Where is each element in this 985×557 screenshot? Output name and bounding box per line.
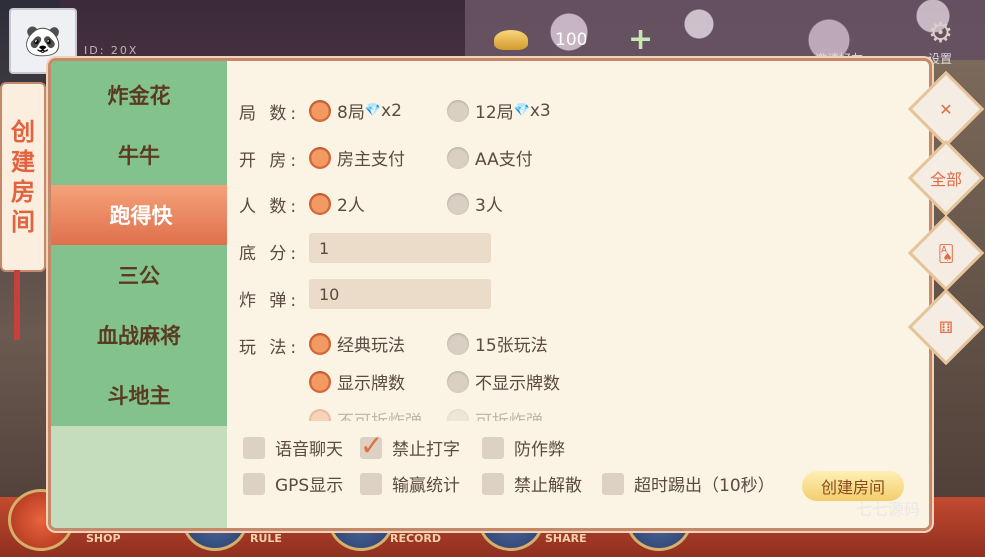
base-score-label: 底 分:: [239, 244, 301, 264]
watermark: 七七源码: [856, 500, 921, 519]
radio-icon: [447, 146, 469, 169]
base-score-field[interactable]: 1: [309, 233, 491, 263]
option-label: 不显示牌数: [475, 374, 560, 394]
tab-paodekuai[interactable]: 跑得快: [51, 185, 231, 245]
radio-selected-icon: [309, 99, 331, 122]
people-2-radio[interactable]: 2人: [309, 191, 365, 216]
create-room-panel: 炸金花 牛牛 跑得快 三公 血战麻将 斗地主 局 数: 8局 💎 x2 12局 …: [48, 58, 932, 531]
checkbox-icon: [482, 472, 504, 495]
radio-icon: [447, 192, 469, 215]
rounds-8-radio[interactable]: 8局 💎 x2: [309, 98, 402, 123]
radio-icon: [447, 332, 469, 355]
anti-cheat-checkbox[interactable]: 防作弊: [482, 435, 565, 460]
voice-chat-checkbox[interactable]: 语音聊天: [243, 435, 343, 460]
gold-amount: 100: [555, 30, 588, 50]
option-label: 12局: [475, 103, 514, 123]
timeout-kick-checkbox[interactable]: 超时踢出（10秒）: [602, 471, 775, 496]
radio-selected-icon: [309, 146, 331, 169]
option-label: 房主支付: [337, 150, 405, 170]
option-label: 经典玩法: [337, 336, 405, 356]
checkbox-label: 禁止解散: [514, 476, 582, 496]
radio-selected-icon: [309, 332, 331, 355]
room-options: 局 数: 8局 💎 x2 12局 💎 x3 开 房: 房主支付 AA支付 人 数…: [227, 61, 929, 528]
record-label[interactable]: RECORD: [390, 532, 441, 545]
diamond-icon: 💎: [513, 103, 530, 118]
show-cards-radio[interactable]: 显示牌数: [309, 369, 405, 394]
checkbox-label: GPS显示: [275, 476, 344, 496]
bomb-label: 炸 弹:: [239, 291, 301, 311]
fifteen-card-radio[interactable]: 15张玩法: [447, 331, 548, 356]
option-multiplier: x2: [381, 100, 402, 121]
people-label: 人 数:: [239, 197, 301, 217]
gold-ingot-icon: [494, 30, 528, 50]
win-loss-stats-checkbox[interactable]: 输赢统计: [360, 471, 460, 496]
checkbox-checked-icon: [360, 429, 383, 462]
room-pay-label: 开 房:: [239, 151, 301, 171]
option-label: AA支付: [475, 150, 533, 170]
bomb-field[interactable]: 10: [309, 279, 491, 309]
tab-sangong[interactable]: 三公: [51, 245, 227, 305]
checkbox-icon: [360, 472, 382, 495]
title-char: 建: [11, 148, 35, 176]
gps-checkbox[interactable]: GPS显示: [243, 471, 343, 496]
checkbox-label: 防作弊: [514, 440, 565, 460]
option-label: 3人: [475, 196, 503, 216]
tassel-decoration: [14, 270, 20, 340]
dice-icon: ⚅: [939, 317, 953, 337]
tabs-blank-area: [51, 426, 227, 528]
title-char: 创: [11, 118, 35, 146]
checkbox-label: 禁止打字: [392, 440, 460, 460]
player-nickname: ID: 20X: [84, 44, 139, 57]
tab-zhajinhua[interactable]: 炸金花: [51, 65, 227, 125]
host-pay-radio[interactable]: 房主支付: [309, 145, 405, 170]
rounds-12-radio[interactable]: 12局 💎 x3: [447, 98, 551, 123]
game-tabs: 炸金花 牛牛 跑得快 三公 血战麻将 斗地主: [51, 61, 231, 528]
close-icon: ✕: [939, 99, 953, 119]
checkbox-icon: [243, 436, 265, 459]
tab-xuezhan-mahjong[interactable]: 血战麻将: [51, 305, 227, 365]
all-label: 全部: [929, 170, 962, 189]
radio-icon: [447, 370, 469, 393]
rounds-label: 局 数:: [239, 104, 301, 124]
share-label[interactable]: SHARE: [545, 532, 587, 545]
option-label: 2人: [337, 196, 365, 216]
option-multiplier: x3: [529, 100, 551, 121]
rule-label[interactable]: RULE: [250, 532, 282, 545]
option-label: 8局: [337, 103, 365, 123]
radio-icon: [447, 99, 469, 122]
play-mode-label: 玩 法:: [239, 338, 301, 358]
checkbox-icon: [482, 436, 504, 459]
shop-label[interactable]: SHOP: [86, 532, 121, 545]
no-dissolve-checkbox[interactable]: 禁止解散: [482, 471, 582, 496]
gear-icon[interactable]: ⚙: [928, 16, 953, 49]
tab-niuniu[interactable]: 牛牛: [51, 125, 227, 185]
diamond-icon: 💎: [364, 103, 382, 118]
aa-pay-radio[interactable]: AA支付: [447, 145, 533, 170]
hide-cards-radio[interactable]: 不显示牌数: [447, 369, 560, 394]
radio-selected-icon: [309, 192, 331, 215]
checkbox-label: 输赢统计: [392, 476, 460, 496]
create-room-title: 创 建 房 间: [0, 82, 46, 272]
checkbox-label: 语音聊天: [275, 440, 343, 460]
panda-icon: 🐼: [24, 23, 62, 59]
radio-selected-icon: [309, 370, 331, 393]
classic-play-radio[interactable]: 经典玩法: [309, 331, 405, 356]
cards-icon: 🂡: [937, 243, 955, 263]
checkbox-icon: [602, 472, 624, 495]
title-char: 房: [11, 178, 35, 206]
people-3-radio[interactable]: 3人: [447, 191, 503, 216]
option-label: 15张玩法: [475, 336, 548, 356]
title-char: 间: [11, 208, 35, 236]
option-label: 显示牌数: [337, 374, 405, 394]
checkbox-label: 超时踢出（10秒）: [634, 476, 775, 496]
checkbox-icon: [243, 472, 265, 495]
add-gold-button[interactable]: +: [628, 22, 653, 57]
tab-doudizhu[interactable]: 斗地主: [51, 365, 227, 425]
no-typing-checkbox[interactable]: 禁止打字: [360, 429, 460, 462]
